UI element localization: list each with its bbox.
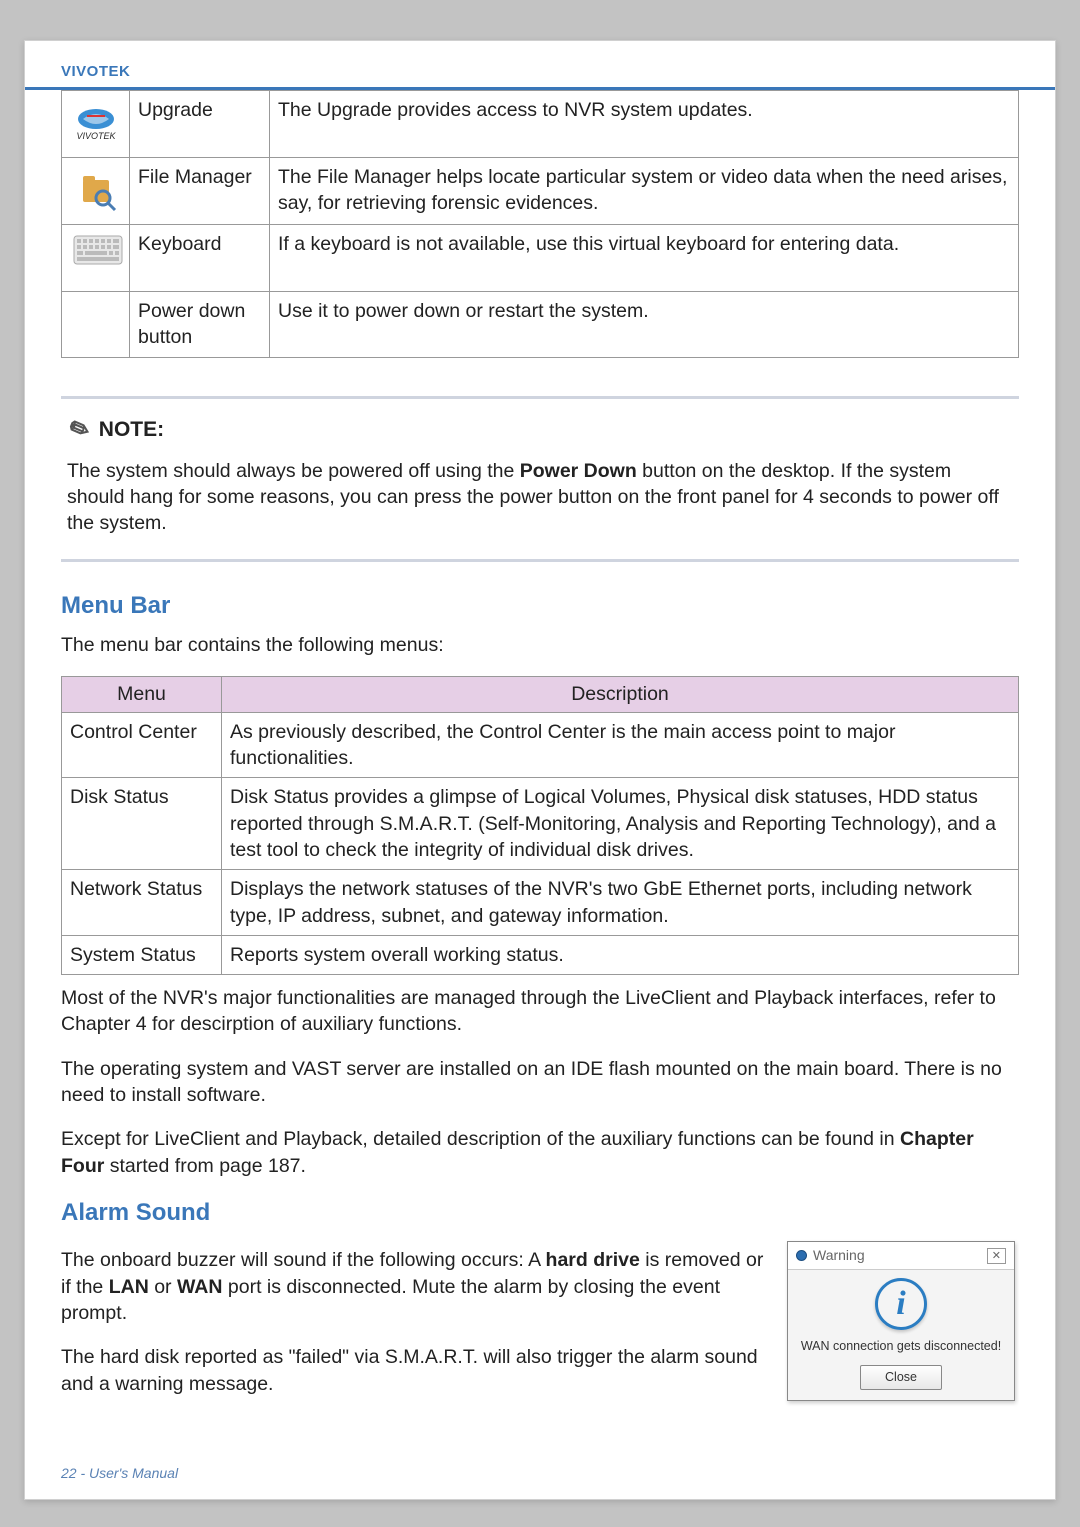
menubar-intro: The menu bar contains the following menu… — [61, 632, 1019, 658]
note-heading-text: NOTE: — [99, 416, 164, 444]
menubar-table: Menu Description Control Center As previ… — [61, 676, 1019, 975]
brand-label: VIVOTEK — [61, 63, 130, 80]
document-page: VIVOTEK VIVOTEK — [24, 40, 1056, 1500]
col-menu: Menu — [62, 677, 222, 712]
paragraph: Except for LiveClient and Playback, deta… — [61, 1126, 1019, 1179]
info-icon: i — [875, 1278, 927, 1330]
warning-body: i WAN connection gets disconnected! Clos… — [788, 1270, 1014, 1400]
warning-title-text: Warning — [813, 1246, 865, 1265]
icon-cell — [62, 158, 130, 225]
item-name: Keyboard — [130, 225, 270, 292]
table-row: Disk Status Disk Status provides a glimp… — [62, 778, 1019, 870]
warning-message: WAN connection gets disconnected! — [792, 1338, 1010, 1355]
warning-titlebar: Warning ✕ — [788, 1242, 1014, 1270]
menubar-heading: Menu Bar — [61, 590, 1019, 622]
icon-cell: VIVOTEK — [62, 91, 130, 158]
pen-icon: ✎ — [60, 410, 96, 451]
warning-title-left: Warning — [796, 1246, 865, 1265]
menu-name: Network Status — [62, 870, 222, 936]
item-desc: If a keyboard is not available, use this… — [270, 225, 1019, 292]
table-row: Control Center As previously described, … — [62, 712, 1019, 778]
note-box: ✎ NOTE: The system should always be powe… — [61, 396, 1019, 562]
file-manager-icon — [73, 168, 119, 214]
col-description: Description — [222, 677, 1019, 712]
desktop-items-table: VIVOTEK Upgrade The Upgrade provides acc… — [61, 90, 1019, 358]
item-name: Power down button — [130, 292, 270, 358]
menu-desc: Reports system overall working status. — [222, 935, 1019, 974]
alarm-heading: Alarm Sound — [61, 1197, 1019, 1229]
menu-desc: Displays the network statuses of the NVR… — [222, 870, 1019, 936]
warning-dialog: Warning ✕ i WAN connection gets disconne… — [787, 1241, 1015, 1401]
icon-cell — [62, 225, 130, 292]
page-header: VIVOTEK — [25, 41, 1055, 90]
keyboard-icon — [73, 235, 119, 281]
item-desc: The File Manager helps locate particular… — [270, 158, 1019, 225]
paragraph: The operating system and VAST server are… — [61, 1056, 1019, 1109]
page-footer: 22 - User's Manual — [61, 1465, 178, 1481]
table-row: Keyboard If a keyboard is not available,… — [62, 225, 1019, 292]
page-content: VIVOTEK Upgrade The Upgrade provides acc… — [25, 90, 1055, 1439]
menu-desc: As previously described, the Control Cen… — [222, 712, 1019, 778]
menu-name: System Status — [62, 935, 222, 974]
item-name: File Manager — [130, 158, 270, 225]
svg-text:VIVOTEK: VIVOTEK — [76, 131, 116, 141]
close-button[interactable]: Close — [860, 1365, 942, 1390]
close-icon[interactable]: ✕ — [987, 1248, 1006, 1264]
table-row: File Manager The File Manager helps loca… — [62, 158, 1019, 225]
note-paragraph: The system should always be powered off … — [67, 458, 1013, 537]
menu-desc: Disk Status provides a glimpse of Logica… — [222, 778, 1019, 870]
warning-title-icon — [796, 1250, 807, 1261]
note-heading: ✎ NOTE: — [67, 413, 1013, 448]
icon-cell — [62, 292, 130, 358]
menu-name: Disk Status — [62, 778, 222, 870]
table-row: Power down button Use it to power down o… — [62, 292, 1019, 358]
item-name: Upgrade — [130, 91, 270, 158]
upgrade-icon: VIVOTEK — [73, 101, 119, 147]
table-row: System Status Reports system overall wor… — [62, 935, 1019, 974]
paragraph: Most of the NVR's major functionalities … — [61, 985, 1019, 1038]
table-header-row: Menu Description — [62, 677, 1019, 712]
item-desc: The Upgrade provides access to NVR syste… — [270, 91, 1019, 158]
alarm-block: Warning ✕ i WAN connection gets disconne… — [61, 1237, 1019, 1415]
item-desc: Use it to power down or restart the syst… — [270, 292, 1019, 358]
menu-name: Control Center — [62, 712, 222, 778]
table-row: VIVOTEK Upgrade The Upgrade provides acc… — [62, 91, 1019, 158]
table-row: Network Status Displays the network stat… — [62, 870, 1019, 936]
